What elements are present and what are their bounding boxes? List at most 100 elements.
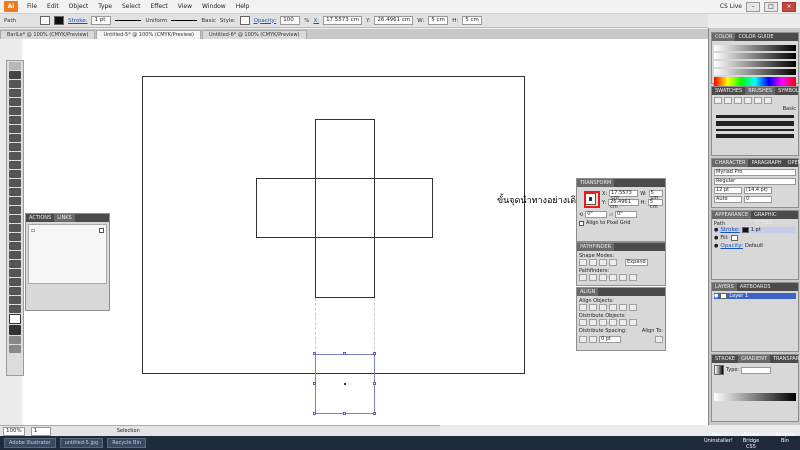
tab-paragraph[interactable]: PARAGRAPH <box>748 159 784 167</box>
y-field[interactable]: 26.4961 cm <box>374 16 414 25</box>
align-to-selection-icon[interactable] <box>655 336 663 343</box>
tab-stroke[interactable]: STROKE <box>712 355 738 363</box>
minimize-button[interactable]: – <box>746 1 760 12</box>
free-transform-tool-icon[interactable] <box>9 197 21 205</box>
gradient-tool-icon[interactable] <box>9 233 21 241</box>
leading-field[interactable]: (14.4 pt) <box>744 187 772 194</box>
hand-tool-icon[interactable] <box>9 296 21 304</box>
blend-tool-icon[interactable] <box>9 251 21 259</box>
tab-graphic-styles[interactable]: GRAPHIC STYLES <box>751 211 798 226</box>
stroke-swatch[interactable] <box>54 16 65 25</box>
unite-icon[interactable] <box>579 259 587 266</box>
brush-stroke[interactable] <box>716 129 794 131</box>
opacity-link[interactable]: Opacity: <box>254 18 277 24</box>
desktop-icon-uninstaller[interactable]: Your Uninstaller! <box>704 432 733 450</box>
handle-tm[interactable] <box>343 352 346 355</box>
divide-icon[interactable] <box>579 274 587 281</box>
align-bottom-icon[interactable] <box>629 304 637 311</box>
link-checkbox[interactable] <box>99 228 104 233</box>
perspective-grid-tool-icon[interactable] <box>9 215 21 223</box>
taskbar-item[interactable]: untitled-5.jpg <box>59 438 104 448</box>
type-tool-icon[interactable] <box>9 107 21 115</box>
brush-preview[interactable] <box>171 20 198 21</box>
color-slider-y[interactable] <box>714 61 796 67</box>
stroke-swatch-icon[interactable] <box>9 325 21 335</box>
tab-transform[interactable]: TRANSFORM <box>577 179 615 187</box>
menu-view[interactable]: View <box>173 0 197 14</box>
zoom-field[interactable]: 100% <box>3 426 25 436</box>
trim-icon[interactable] <box>589 274 597 281</box>
w-field[interactable]: 5 cm <box>428 16 449 25</box>
tab-pathfinder[interactable]: PATHFINDER <box>577 243 615 251</box>
layer-name[interactable]: Layer 1 <box>729 293 748 299</box>
line-tool-icon[interactable] <box>9 116 21 124</box>
tab-appearance[interactable]: APPEARANCE <box>712 211 752 219</box>
menu-object[interactable]: Object <box>64 0 94 14</box>
brush-dot-icon[interactable] <box>724 97 732 104</box>
gradient-preview[interactable] <box>714 365 724 375</box>
stroke-profile-preview[interactable] <box>115 20 142 21</box>
appearance-stroke-row[interactable]: ● Stroke: 1 pt <box>714 227 796 233</box>
cs-live-label[interactable]: CS Live <box>720 3 742 10</box>
list-item[interactable]: ▫ <box>29 225 106 236</box>
expand-button[interactable]: Expand <box>625 259 648 266</box>
stroke-row-weight[interactable]: 1 pt <box>751 227 761 233</box>
align-pixel-checkbox[interactable] <box>579 220 584 226</box>
brush-label[interactable]: Basic <box>201 18 216 24</box>
stroke-profile-label[interactable]: Uniform <box>145 18 167 24</box>
rotate-field[interactable]: 0° <box>585 211 608 218</box>
merge-icon[interactable] <box>599 274 607 281</box>
warp-tool-icon[interactable] <box>9 188 21 196</box>
selection-tool-icon[interactable] <box>9 62 21 70</box>
blob-brush-tool-icon[interactable] <box>9 152 21 160</box>
brush-stroke[interactable] <box>716 134 794 138</box>
brush-dot-icon[interactable] <box>734 97 742 104</box>
stroke-row-label[interactable]: Stroke: <box>720 227 739 233</box>
handle-tl[interactable] <box>313 352 316 355</box>
align-right-icon[interactable] <box>599 304 607 311</box>
color-slider-m[interactable] <box>714 53 796 59</box>
tab-swatches[interactable]: SWATCHES <box>712 87 745 95</box>
font-style-select[interactable]: Regular <box>714 178 796 185</box>
doc-tab-3[interactable]: Untitled-6* @ 100% (CMYK/Preview) <box>201 30 307 39</box>
screen-mode-icon[interactable] <box>9 345 21 353</box>
distribute-top-icon[interactable] <box>579 319 587 326</box>
links-list[interactable]: ▫ <box>28 224 107 284</box>
menu-help[interactable]: Help <box>231 0 255 14</box>
desktop-icon-bridge[interactable]: Adobe Bridge CS5 <box>738 432 764 450</box>
gradient-slider[interactable] <box>714 393 796 401</box>
pen-tool-icon[interactable] <box>9 98 21 106</box>
layer-eye-icon[interactable]: ● <box>714 293 718 299</box>
rotate-tool-icon[interactable] <box>9 170 21 178</box>
tab-artboards[interactable]: ARTBOARDS <box>737 283 774 291</box>
mesh-tool-icon[interactable] <box>9 224 21 232</box>
fill-row-swatch[interactable] <box>730 235 738 241</box>
opacity-field[interactable]: 100 <box>280 16 301 25</box>
distribute-bottom-icon[interactable] <box>599 319 607 326</box>
taskbar-item[interactable]: Adobe Illustrator <box>4 438 56 448</box>
handle-br[interactable] <box>373 412 376 415</box>
handle-mr[interactable] <box>373 382 376 385</box>
brush-stroke[interactable] <box>716 115 794 118</box>
tab-align[interactable]: ALIGN <box>577 288 599 296</box>
menu-file[interactable]: File <box>22 0 42 14</box>
kerning-field[interactable]: Auto <box>714 196 742 203</box>
color-slider-c[interactable] <box>714 45 796 51</box>
symbol-sprayer-tool-icon[interactable] <box>9 260 21 268</box>
horizontal-rectangle[interactable] <box>256 178 433 238</box>
desktop-icon-recycle-bin[interactable]: Recycle Bin <box>772 432 798 450</box>
h-field[interactable]: 5 cm <box>462 16 483 25</box>
distribute-vcenter-icon[interactable] <box>589 319 597 326</box>
transform-h-field[interactable]: 5 cm <box>648 199 663 210</box>
fill-stroke-swatch-icon[interactable] <box>9 314 21 324</box>
brush-dot-icon[interactable] <box>764 97 772 104</box>
tab-color[interactable]: COLOR <box>712 33 736 41</box>
shear-field[interactable]: 0° <box>615 211 638 218</box>
layer-row[interactable]: ● Layer 1 <box>714 293 796 299</box>
exclude-icon[interactable] <box>609 259 617 266</box>
tab-brushes[interactable]: BRUSHES <box>745 87 776 95</box>
zoom-tool-icon[interactable] <box>9 305 21 313</box>
eraser-tool-icon[interactable] <box>9 161 21 169</box>
rectangle-tool-icon[interactable] <box>9 125 21 133</box>
stroke-link[interactable]: Stroke: <box>68 18 87 24</box>
